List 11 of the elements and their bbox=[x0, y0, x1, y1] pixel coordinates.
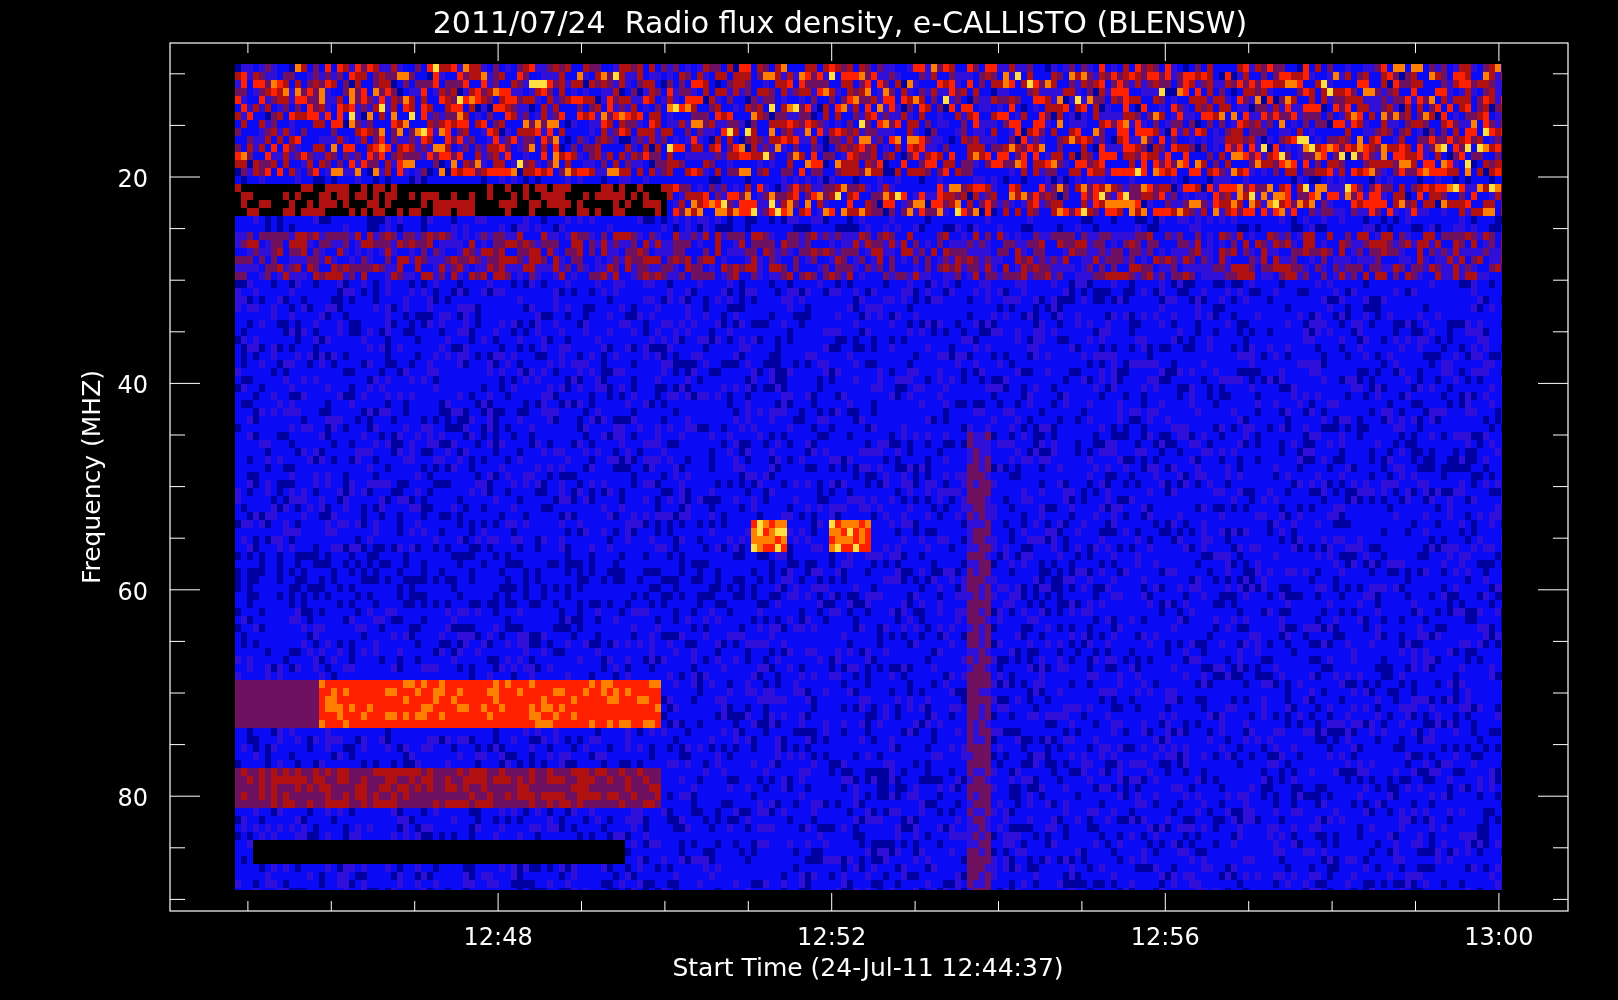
tick-label: 12:48 bbox=[463, 923, 533, 951]
axis-label: Start Time (24-Jul-11 12:44:37) bbox=[672, 953, 1064, 982]
tick-label: 60 bbox=[117, 577, 148, 606]
tick-label: 40 bbox=[117, 371, 148, 400]
plot-title: 2011/07/24 Radio flux density, e-CALLISTO (BLENSW) bbox=[432, 5, 1248, 40]
tick-label: 12:56 bbox=[1130, 923, 1200, 951]
tick-label: 80 bbox=[117, 784, 148, 813]
tick-label: 20 bbox=[117, 165, 148, 193]
tick-label: 12:52 bbox=[797, 923, 867, 951]
axis-label: Frequency (MHZ) bbox=[77, 369, 106, 585]
tick-label: 13:00 bbox=[1464, 923, 1534, 951]
